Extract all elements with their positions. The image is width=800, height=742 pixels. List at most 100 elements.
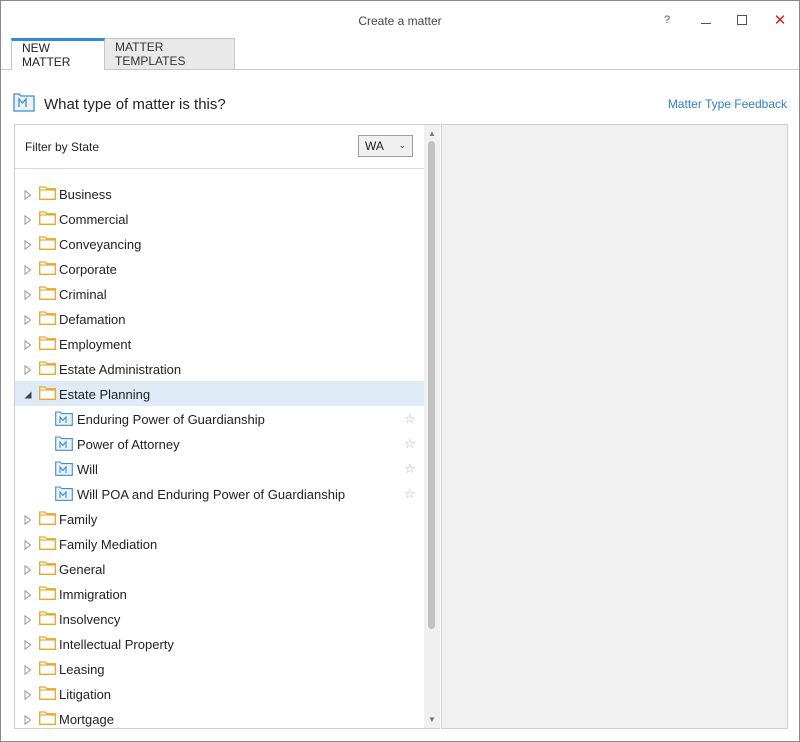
tree-item-commercial[interactable]: Commercial xyxy=(15,206,425,231)
matter-type-label: Will xyxy=(77,462,98,477)
tree-item-defamation[interactable]: Defamation xyxy=(15,306,425,331)
folder-icon xyxy=(39,186,56,200)
collapse-icon[interactable] xyxy=(23,388,33,399)
expand-icon[interactable] xyxy=(23,663,33,676)
tree-item-label: Criminal xyxy=(59,287,107,302)
matter-type-label: Enduring Power of Guardianship xyxy=(77,412,265,427)
matter-type-item-enduring-power-of-guardianship[interactable]: Enduring Power of Guardianship ☆ xyxy=(15,406,425,431)
expand-icon[interactable] xyxy=(23,613,33,626)
title-bar: Create a matter ? ✕ xyxy=(1,1,799,39)
tree-item-employment[interactable]: Employment xyxy=(15,331,425,356)
scrollbar-thumb[interactable] xyxy=(428,141,435,629)
folder-icon xyxy=(39,611,56,625)
expand-icon[interactable] xyxy=(23,588,33,601)
folder-icon xyxy=(39,311,56,325)
tab-matter-templates[interactable]: MATTER TEMPLATES xyxy=(105,38,235,70)
tab-new-matter[interactable]: NEW MATTER xyxy=(11,38,105,70)
tree-item-label: Commercial xyxy=(59,212,129,227)
tree-item-label: Employment xyxy=(59,337,132,352)
tree-item-estate-administration[interactable]: Estate Administration xyxy=(15,356,425,381)
tree-item-criminal[interactable]: Criminal xyxy=(15,281,425,306)
matter-detail-pane xyxy=(441,124,788,729)
folder-icon xyxy=(39,661,56,675)
expand-icon[interactable] xyxy=(23,538,33,551)
folder-icon xyxy=(39,236,56,250)
tree-item-label: General xyxy=(59,562,106,577)
folder-icon xyxy=(39,511,56,525)
tree-item-label: Litigation xyxy=(59,687,112,702)
tree-item-label: Leasing xyxy=(59,662,105,677)
tree-item-label: Conveyancing xyxy=(59,237,142,252)
star-outline-icon[interactable]: ☆ xyxy=(404,486,416,502)
matter-type-item-will[interactable]: Will ☆ xyxy=(15,456,425,481)
state-select-value: WA xyxy=(365,139,384,153)
minimize-icon xyxy=(701,22,711,24)
expand-icon[interactable] xyxy=(23,563,33,576)
tree-item-mortgage[interactable]: Mortgage xyxy=(15,706,425,728)
matter-type-feedback-link[interactable]: Matter Type Feedback xyxy=(668,97,787,111)
chevron-down-icon: ⌄ xyxy=(398,140,406,150)
close-button[interactable]: ✕ xyxy=(767,9,793,31)
matter-type-icon xyxy=(55,461,73,479)
expand-icon[interactable] xyxy=(23,238,33,251)
expand-icon[interactable] xyxy=(23,638,33,651)
matter-type-item-will-poa-and-enduring-power-of-guardianship[interactable]: Will POA and Enduring Power of Guardians… xyxy=(15,481,425,506)
folder-icon xyxy=(39,286,56,300)
tree-item-estate-planning[interactable]: Estate Planning xyxy=(15,381,425,406)
filter-label: Filter by State xyxy=(25,140,100,154)
folder-icon xyxy=(39,211,56,225)
matter-type-label: Power of Attorney xyxy=(77,437,180,452)
expand-icon[interactable] xyxy=(23,288,33,301)
scroll-down-icon[interactable]: ▼ xyxy=(428,715,436,724)
scroll-up-icon[interactable]: ▲ xyxy=(428,129,436,138)
matter-type-label: Will POA and Enduring Power of Guardians… xyxy=(77,487,346,502)
expand-icon[interactable] xyxy=(23,363,33,376)
folder-icon xyxy=(39,386,56,400)
tree-item-general[interactable]: General xyxy=(15,556,425,581)
star-outline-icon[interactable]: ☆ xyxy=(404,461,416,477)
tree-item-label: Corporate xyxy=(59,262,117,277)
expand-icon[interactable] xyxy=(23,713,33,726)
filter-bar: Filter by State WA ⌄ xyxy=(15,125,425,169)
star-outline-icon[interactable]: ☆ xyxy=(404,411,416,427)
help-button[interactable]: ? xyxy=(654,9,680,31)
tree-item-family[interactable]: Family xyxy=(15,506,425,531)
matter-type-tree: Business Commercial Conveyancing Corporate C… xyxy=(15,181,425,728)
expand-icon[interactable] xyxy=(23,513,33,526)
tree-item-insolvency[interactable]: Insolvency xyxy=(15,606,425,631)
tree-item-label: Family Mediation xyxy=(59,537,158,552)
folder-icon xyxy=(39,336,56,350)
page-title: What type of matter is this? xyxy=(44,95,226,113)
create-matter-dialog: Create a matter ? ✕ NEW MATTER MATTER TE… xyxy=(0,0,800,742)
expand-icon[interactable] xyxy=(23,213,33,226)
star-outline-icon[interactable]: ☆ xyxy=(404,436,416,452)
expand-icon[interactable] xyxy=(23,188,33,201)
matter-type-icon xyxy=(13,92,35,117)
tree-item-leasing[interactable]: Leasing xyxy=(15,656,425,681)
tree-scrollbar[interactable]: ▲ ▼ xyxy=(424,125,440,728)
tree-item-family-mediation[interactable]: Family Mediation xyxy=(15,531,425,556)
tree-item-label: Estate Planning xyxy=(59,387,151,402)
folder-icon xyxy=(39,261,56,275)
tree-item-business[interactable]: Business xyxy=(15,181,425,206)
folder-icon xyxy=(39,536,56,550)
maximize-button[interactable] xyxy=(729,9,755,31)
expand-icon[interactable] xyxy=(23,338,33,351)
tree-item-intellectual-property[interactable]: Intellectual Property xyxy=(15,631,425,656)
tree-item-immigration[interactable]: Immigration xyxy=(15,581,425,606)
tree-item-conveyancing[interactable]: Conveyancing xyxy=(15,231,425,256)
folder-icon xyxy=(39,686,56,700)
minimize-button[interactable] xyxy=(693,9,719,31)
tree-item-litigation[interactable]: Litigation xyxy=(15,681,425,706)
tab-bar: NEW MATTER MATTER TEMPLATES xyxy=(11,38,235,70)
matter-type-icon xyxy=(55,411,73,429)
tree-item-label: Immigration xyxy=(59,587,127,602)
expand-icon[interactable] xyxy=(23,313,33,326)
expand-icon[interactable] xyxy=(23,263,33,276)
tree-item-corporate[interactable]: Corporate xyxy=(15,256,425,281)
expand-icon[interactable] xyxy=(23,688,33,701)
matter-type-pane: Filter by State WA ⌄ Business Commercial C… xyxy=(14,124,440,729)
state-select[interactable]: WA ⌄ xyxy=(358,135,413,157)
matter-type-item-power-of-attorney[interactable]: Power of Attorney ☆ xyxy=(15,431,425,456)
folder-icon xyxy=(39,561,56,575)
